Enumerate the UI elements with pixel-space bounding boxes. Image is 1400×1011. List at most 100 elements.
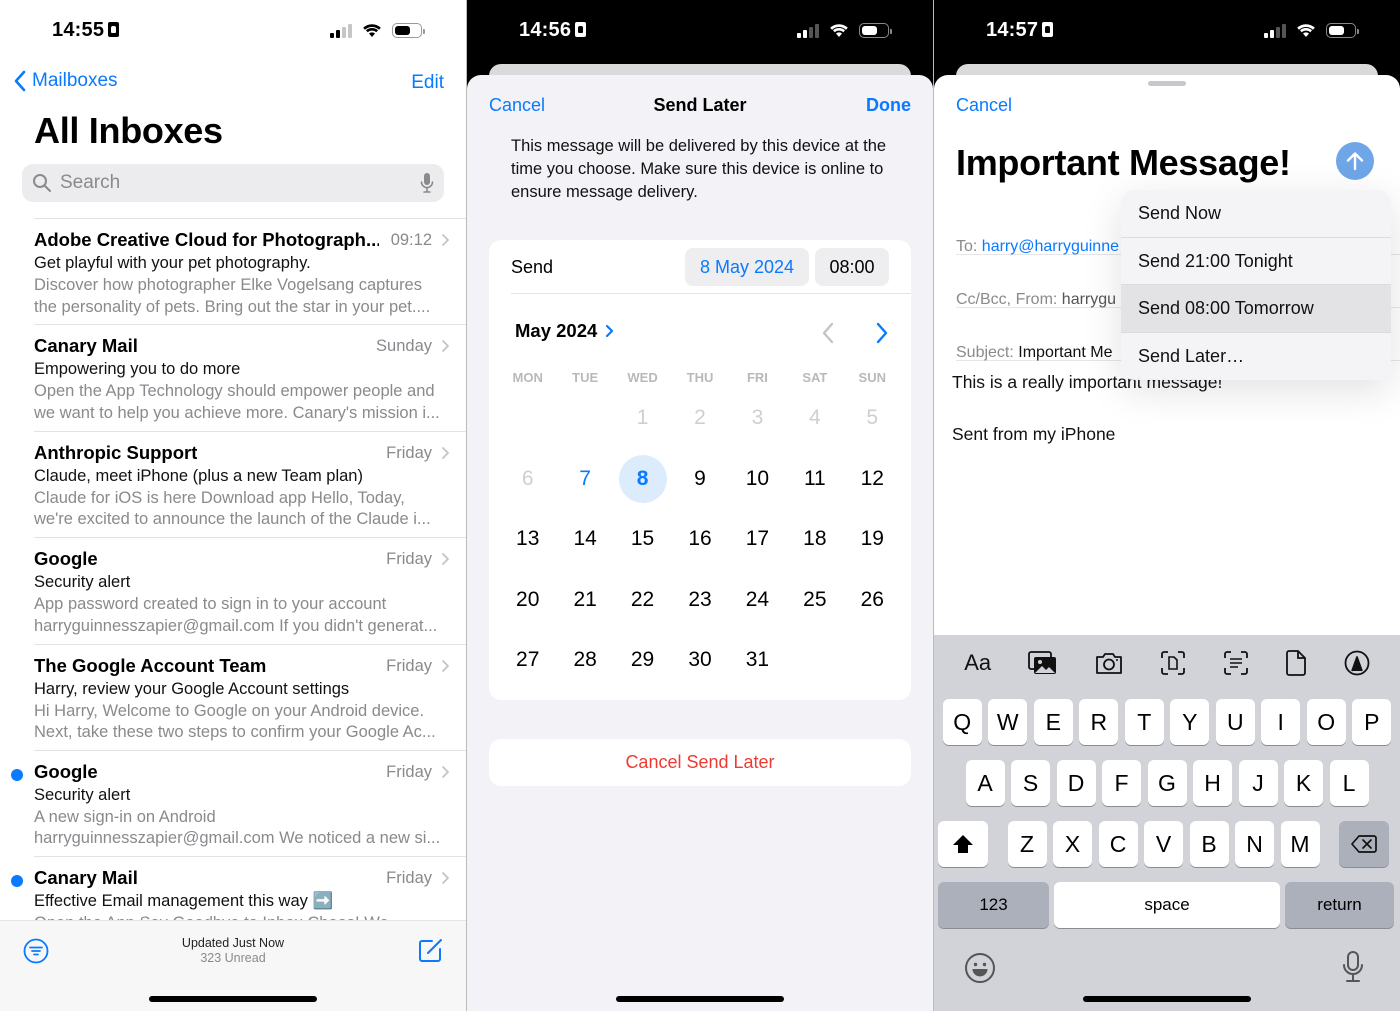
send-button[interactable] [1336, 142, 1374, 180]
back-to-mailboxes-button[interactable]: Mailboxes [14, 70, 118, 92]
key-u[interactable]: U [1215, 699, 1255, 745]
camera-icon[interactable] [1094, 651, 1124, 675]
edit-button[interactable]: Edit [411, 72, 444, 94]
calendar-day[interactable]: 13 [499, 509, 556, 570]
key-a[interactable]: A [965, 760, 1005, 806]
cancel-button[interactable]: Cancel [489, 95, 545, 116]
calendar-day[interactable]: 24 [729, 570, 786, 631]
emoji-icon[interactable] [964, 952, 996, 984]
key-g[interactable]: G [1147, 760, 1187, 806]
calendar-day[interactable]: 30 [671, 630, 728, 691]
time-picker-button[interactable]: 08:00 [815, 248, 889, 286]
calendar-day[interactable]: 16 [671, 509, 728, 570]
search-input[interactable]: Search [22, 164, 444, 202]
month-year-selector[interactable]: May 2024 [515, 320, 614, 342]
email-list-item[interactable]: Google Friday Security alert App password c… [34, 537, 466, 643]
email-list-item[interactable]: Anthropic Support Friday Claude, meet iPho… [34, 430, 466, 537]
key-l[interactable]: L [1329, 760, 1369, 806]
calendar-day[interactable]: 19 [844, 509, 901, 570]
key-b[interactable]: B [1189, 821, 1229, 867]
calendar-day[interactable]: 25 [786, 570, 843, 631]
next-month-button[interactable] [875, 322, 889, 344]
chevron-right-icon [442, 234, 449, 246]
key-w[interactable]: W [988, 699, 1028, 745]
format-button[interactable]: Aa [964, 650, 991, 676]
cancel-send-later-button[interactable]: Cancel Send Later [489, 739, 911, 786]
key-e[interactable]: E [1033, 699, 1073, 745]
calendar-day[interactable]: 22 [614, 570, 671, 631]
email-list-item[interactable]: The Google Account Team Friday Harry, revi… [34, 643, 466, 750]
to-recipient[interactable]: harry@harryguinne [982, 238, 1119, 256]
calendar-day[interactable]: 14 [556, 509, 613, 570]
calendar-day[interactable]: 20 [499, 570, 556, 631]
space-key[interactable]: space [1054, 882, 1280, 928]
bottom-toolbar: Updated Just Now 323 Unread [0, 920, 466, 1011]
calendar-day[interactable]: 23 [671, 570, 728, 631]
calendar-day[interactable]: 11 [786, 449, 843, 510]
key-d[interactable]: D [1056, 760, 1096, 806]
key-r[interactable]: R [1079, 699, 1119, 745]
return-key[interactable]: return [1285, 882, 1394, 928]
calendar-day[interactable]: 9 [671, 449, 728, 510]
key-z[interactable]: Z [1007, 821, 1047, 867]
key-m[interactable]: M [1280, 821, 1320, 867]
key-x[interactable]: X [1053, 821, 1092, 867]
dictation-microphone-icon[interactable] [1341, 950, 1365, 984]
key-h[interactable]: H [1193, 760, 1232, 806]
key-p[interactable]: P [1352, 699, 1392, 745]
key-k[interactable]: K [1284, 760, 1323, 806]
compose-icon[interactable] [418, 937, 444, 963]
calendar-day-selected[interactable]: 8 [614, 449, 671, 510]
calendar-day[interactable]: 15 [614, 509, 671, 570]
email-preview: Open the App Technology should empower p… [34, 382, 440, 422]
calendar-day[interactable]: 31 [729, 630, 786, 691]
done-button[interactable]: Done [866, 95, 911, 116]
delete-key[interactable] [1339, 821, 1389, 867]
home-indicator [616, 996, 784, 1002]
email-list-item[interactable]: Canary Mail Sunday Empowering you to do mo… [34, 324, 466, 430]
calendar-day[interactable]: 17 [729, 509, 786, 570]
key-v[interactable]: V [1144, 821, 1183, 867]
status-bar: 14:55 [0, 0, 466, 62]
calendar-day[interactable]: 28 [556, 630, 613, 691]
search-placeholder: Search [60, 172, 121, 193]
calendar-day[interactable]: 26 [844, 570, 901, 631]
scan-text-icon[interactable] [1223, 650, 1249, 676]
key-t[interactable]: T [1124, 699, 1164, 745]
calendar-day[interactable]: 7 [556, 449, 613, 510]
sheet-grabber[interactable] [1148, 81, 1186, 86]
attach-file-icon[interactable] [1285, 650, 1307, 676]
send-menu-item[interactable]: Send 08:00 Tomorrow [1121, 285, 1391, 333]
calendar-day[interactable]: 18 [786, 509, 843, 570]
key-s[interactable]: S [1011, 760, 1050, 806]
key-o[interactable]: O [1306, 699, 1346, 745]
key-j[interactable]: J [1238, 760, 1278, 806]
calendar-day[interactable]: 29 [614, 630, 671, 691]
send-menu-item[interactable]: Send Later… [1121, 333, 1391, 381]
previous-month-button[interactable] [821, 322, 835, 344]
key-f[interactable]: F [1102, 760, 1141, 806]
shift-key[interactable] [938, 821, 988, 867]
calendar-day[interactable]: 12 [844, 449, 901, 510]
send-menu-item[interactable]: Send Now [1121, 190, 1391, 238]
calendar-day[interactable]: 21 [556, 570, 613, 631]
key-y[interactable]: Y [1170, 699, 1210, 745]
key-c[interactable]: C [1098, 821, 1138, 867]
email-list-item[interactable]: Google Friday Security alert A new sign-in … [11, 749, 466, 856]
key-i[interactable]: I [1261, 699, 1301, 745]
signature-line[interactable]: Sent from my iPhone [952, 424, 1115, 445]
cancel-button[interactable]: Cancel [956, 95, 1012, 116]
scan-document-icon[interactable] [1160, 650, 1186, 676]
weekday-label: FRI [746, 370, 768, 385]
date-picker-button[interactable]: 8 May 2024 [685, 248, 809, 286]
calendar-day[interactable]: 10 [729, 449, 786, 510]
email-list-item[interactable]: Adobe Creative Cloud for Photograph... 09… [34, 218, 466, 324]
key-q[interactable]: Q [942, 699, 982, 745]
calendar-day[interactable]: 27 [499, 630, 556, 691]
photo-library-icon[interactable] [1027, 651, 1058, 675]
markup-icon[interactable] [1344, 650, 1370, 676]
microphone-icon[interactable] [420, 172, 434, 194]
key-n[interactable]: N [1235, 821, 1274, 867]
numbers-key[interactable]: 123 [938, 882, 1049, 928]
send-menu-item[interactable]: Send 21:00 Tonight [1121, 238, 1391, 285]
